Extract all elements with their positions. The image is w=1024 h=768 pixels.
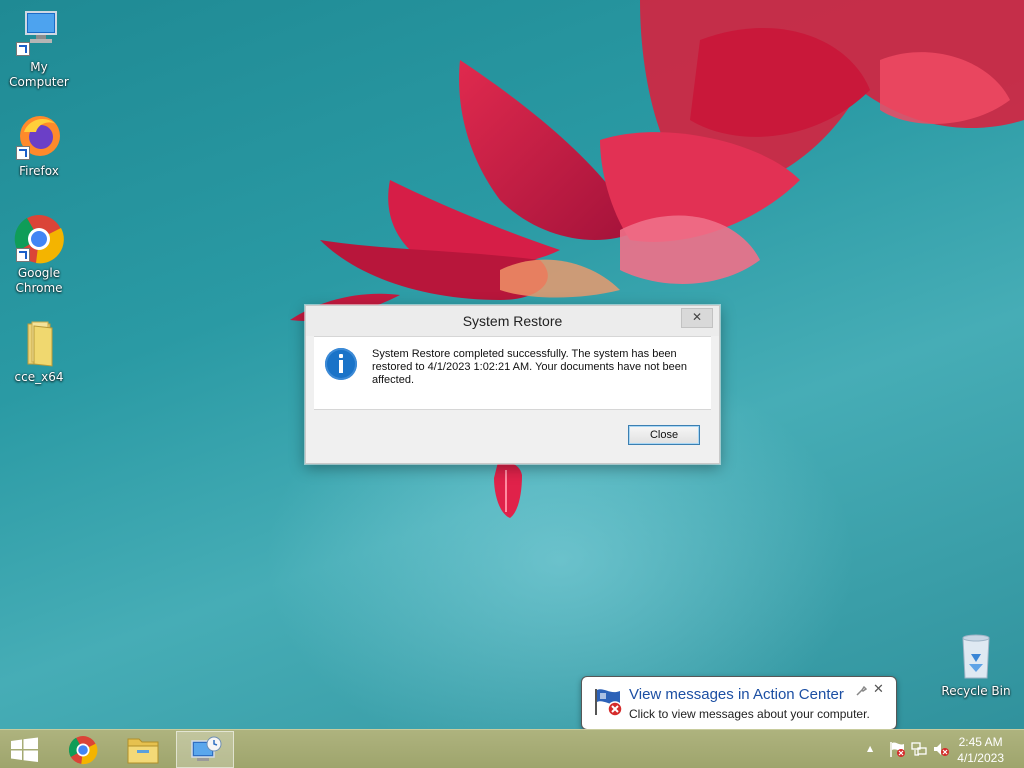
desktop: My Computer Firefox Google Chrome cce_x6… xyxy=(0,0,1024,768)
info-icon xyxy=(325,348,357,380)
desktop-icon-firefox[interactable]: Firefox xyxy=(0,112,78,179)
network-icon[interactable] xyxy=(910,741,928,761)
chrome-icon xyxy=(68,736,98,765)
dialog-body: System Restore completed successfully. T… xyxy=(314,336,711,410)
taskbar-clock[interactable]: 2:45 AM 4/1/2023 xyxy=(957,734,1004,766)
dialog-titlebar[interactable]: System Restore ✕ xyxy=(306,306,719,336)
balloon-close-icon[interactable]: ✕ xyxy=(873,682,884,697)
start-button[interactable] xyxy=(0,731,56,768)
taskbar-chrome-button[interactable] xyxy=(55,731,111,768)
taskbar-system-restore-button[interactable] xyxy=(176,731,234,768)
action-center-notification[interactable]: View messages in Action Center Click to … xyxy=(581,676,897,743)
taskbar: ▲ 2:45 AM 4/1/2023 xyxy=(0,729,1024,768)
dialog-close-icon[interactable]: ✕ xyxy=(681,308,713,328)
desktop-icon-label: Google Chrome xyxy=(15,266,63,295)
desktop-icon-recycle-bin[interactable]: Recycle Bin xyxy=(938,632,1014,699)
system-restore-dialog: System Restore ✕ System Restore complete… xyxy=(305,305,720,464)
computer-icon xyxy=(14,8,64,58)
desktop-icon-label: Firefox xyxy=(19,164,59,178)
balloon-text: Click to view messages about your comput… xyxy=(629,707,870,721)
clock-time: 2:45 AM xyxy=(958,735,1003,749)
desktop-icon-cce-x64[interactable]: cce_x64 xyxy=(0,318,78,385)
system-tray: ▲ 2:45 AM 4/1/2023 xyxy=(844,730,1024,768)
firefox-icon xyxy=(14,112,64,162)
action-center-flag-tray-icon[interactable] xyxy=(888,740,906,762)
show-hidden-icons-button[interactable]: ▲ xyxy=(867,744,873,753)
file-explorer-icon xyxy=(127,738,159,764)
desktop-icon-label: cce_x64 xyxy=(14,370,64,384)
wrench-icon[interactable] xyxy=(855,685,868,700)
folder-icon xyxy=(14,318,64,368)
dialog-title: System Restore xyxy=(462,313,563,329)
desktop-icon-label: My Computer xyxy=(9,60,69,89)
recycle-bin-icon xyxy=(951,632,1001,682)
desktop-icon-label: Recycle Bin xyxy=(941,684,1011,698)
close-button[interactable]: Close xyxy=(628,425,700,445)
dialog-message: System Restore completed successfully. T… xyxy=(372,348,687,386)
volume-muted-icon[interactable] xyxy=(932,741,950,761)
desktop-icon-my-computer[interactable]: My Computer xyxy=(0,8,78,90)
desktop-icon-google-chrome[interactable]: Google Chrome xyxy=(0,214,78,296)
system-restore-icon xyxy=(191,736,222,761)
chrome-icon xyxy=(14,214,64,264)
windows-logo-icon xyxy=(11,737,38,762)
balloon-title[interactable]: View messages in Action Center xyxy=(629,686,844,703)
action-center-flag-icon xyxy=(595,689,623,717)
taskbar-file-explorer-button[interactable] xyxy=(115,731,171,768)
clock-date: 4/1/2023 xyxy=(957,751,1004,765)
